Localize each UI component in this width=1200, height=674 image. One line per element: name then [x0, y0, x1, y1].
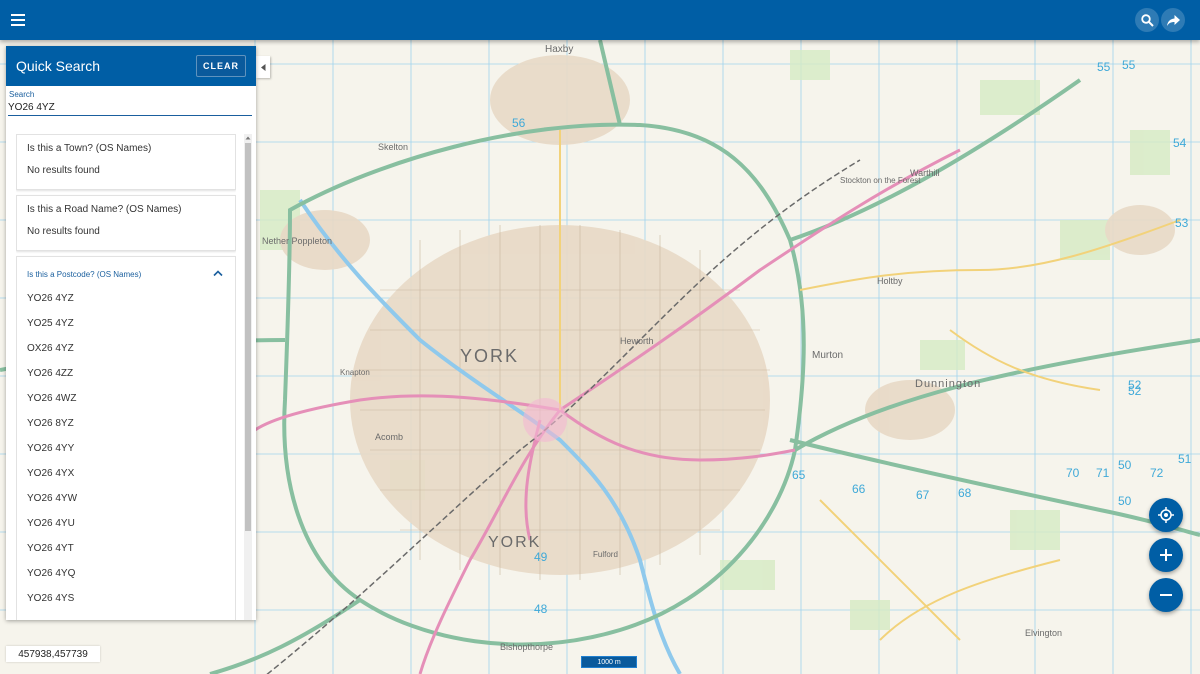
map-label-bishopthorpe: Bishopthorpe [500, 642, 554, 652]
results-scrollbar[interactable] [244, 134, 252, 620]
postcode-result-item[interactable]: YO26 4YS [27, 593, 74, 604]
plus-icon [1160, 549, 1172, 561]
chevron-up-icon[interactable] [213, 269, 223, 277]
grid-number: 72 [1150, 466, 1164, 480]
quick-search-panel: Quick Search CLEAR Search Is this a Town… [6, 46, 256, 620]
crosshair-locate-icon [1158, 507, 1174, 523]
grid-number: 52 [1128, 384, 1142, 398]
grid-number: 48 [534, 602, 548, 616]
zoom-in-button[interactable] [1149, 538, 1183, 572]
map-label-heworth: Heworth [620, 336, 654, 346]
postcode-result-item[interactable]: YO26 4YZ [27, 293, 74, 304]
postcode-result-item[interactable]: YO26 4YX [27, 468, 74, 479]
postcode-result-item[interactable]: YO26 8YZ [27, 418, 74, 429]
coordinate-readout: 457938,457739 [6, 646, 100, 662]
map-label-knapton: Knapton [340, 368, 370, 377]
grid-number: 49 [534, 550, 548, 564]
search-field-label: Search [9, 90, 35, 99]
chevron-left-icon [260, 63, 265, 71]
map-label-fulford: Fulford [593, 550, 618, 559]
grid-number: 71 [1096, 466, 1110, 480]
grid-number: 65 [792, 468, 806, 482]
scrollbar-thumb[interactable] [245, 143, 251, 531]
grid-number: 56 [512, 116, 526, 130]
grid-number: 50 [1118, 494, 1132, 508]
grid-number: 70 [1066, 466, 1080, 480]
panel-title: Quick Search [16, 58, 101, 74]
postcode-result-item[interactable]: YO26 4YT [27, 543, 74, 554]
hamburger-menu-icon[interactable] [6, 8, 30, 32]
postcode-result-item[interactable]: YO26 4ZZ [27, 368, 73, 379]
postcode-result-item[interactable]: YO26 4YY [27, 443, 74, 454]
map-label-elvington: Elvington [1025, 628, 1063, 638]
map-label-murton: Murton [812, 350, 844, 361]
grid-number: 53 [1175, 216, 1189, 230]
map-label-acomb: Acomb [375, 432, 404, 442]
map-label-york: YORK [460, 346, 520, 366]
grid-number: 67 [916, 488, 930, 502]
panel-header: Quick Search CLEAR [6, 46, 256, 86]
grid-number: 66 [852, 482, 866, 496]
map-label-nether-poppleton: Nether Poppleton [262, 236, 333, 246]
minus-icon [1160, 594, 1172, 596]
map-label-dunnington: Dunnington [915, 378, 982, 390]
map-label-skelton: Skelton [378, 142, 409, 152]
road-card-title: Is this a Road Name? (OS Names) [27, 204, 182, 215]
map-label-holtby: Holtby [877, 276, 903, 286]
clear-button[interactable]: CLEAR [196, 55, 246, 77]
grid-number: 50 [1118, 458, 1132, 472]
road-result-card: Is this a Road Name? (OS Names) No resul… [16, 195, 236, 251]
grid-number: 51 [1178, 452, 1192, 466]
top-app-bar [0, 0, 1200, 40]
map-label-haxby: Haxby [545, 44, 574, 55]
grid-number: 68 [958, 486, 972, 500]
postcode-result-card: Is this a Postcode? (OS Names) YO26 4YZ … [16, 256, 236, 620]
postcode-card-title: Is this a Postcode? (OS Names) [27, 270, 142, 279]
postcode-result-item[interactable]: OX26 4YZ [27, 343, 74, 354]
scroll-up-arrow-icon[interactable] [244, 134, 252, 142]
postcode-result-item[interactable]: YO25 4YZ [27, 318, 74, 329]
grid-number: 55 [1097, 60, 1111, 74]
postcode-result-item[interactable]: YO26 4YW [27, 493, 77, 504]
zoom-out-button[interactable] [1149, 578, 1183, 612]
scale-bar: 1000 m [581, 656, 637, 668]
collapse-panel-button[interactable] [256, 56, 270, 78]
search-input[interactable] [8, 99, 252, 116]
grid-number: 55 [1122, 58, 1136, 72]
results-list[interactable]: Is this a Town? (OS Names) No results fo… [16, 134, 236, 620]
road-card-message: No results found [27, 226, 100, 237]
share-arrow-icon[interactable] [1161, 8, 1185, 32]
town-result-card: Is this a Town? (OS Names) No results fo… [16, 134, 236, 190]
town-card-title: Is this a Town? (OS Names) [27, 143, 152, 154]
map-label-stockton: Stockton on the Forest [840, 176, 921, 185]
postcode-result-item[interactable]: YO26 4YQ [27, 568, 75, 579]
town-card-message: No results found [27, 165, 100, 176]
grid-number: 54 [1173, 136, 1187, 150]
postcode-result-item[interactable]: YO26 4WZ [27, 393, 76, 404]
postcode-result-item[interactable]: YO26 4YU [27, 518, 75, 529]
search-icon[interactable] [1135, 8, 1159, 32]
locate-button[interactable] [1149, 498, 1183, 532]
